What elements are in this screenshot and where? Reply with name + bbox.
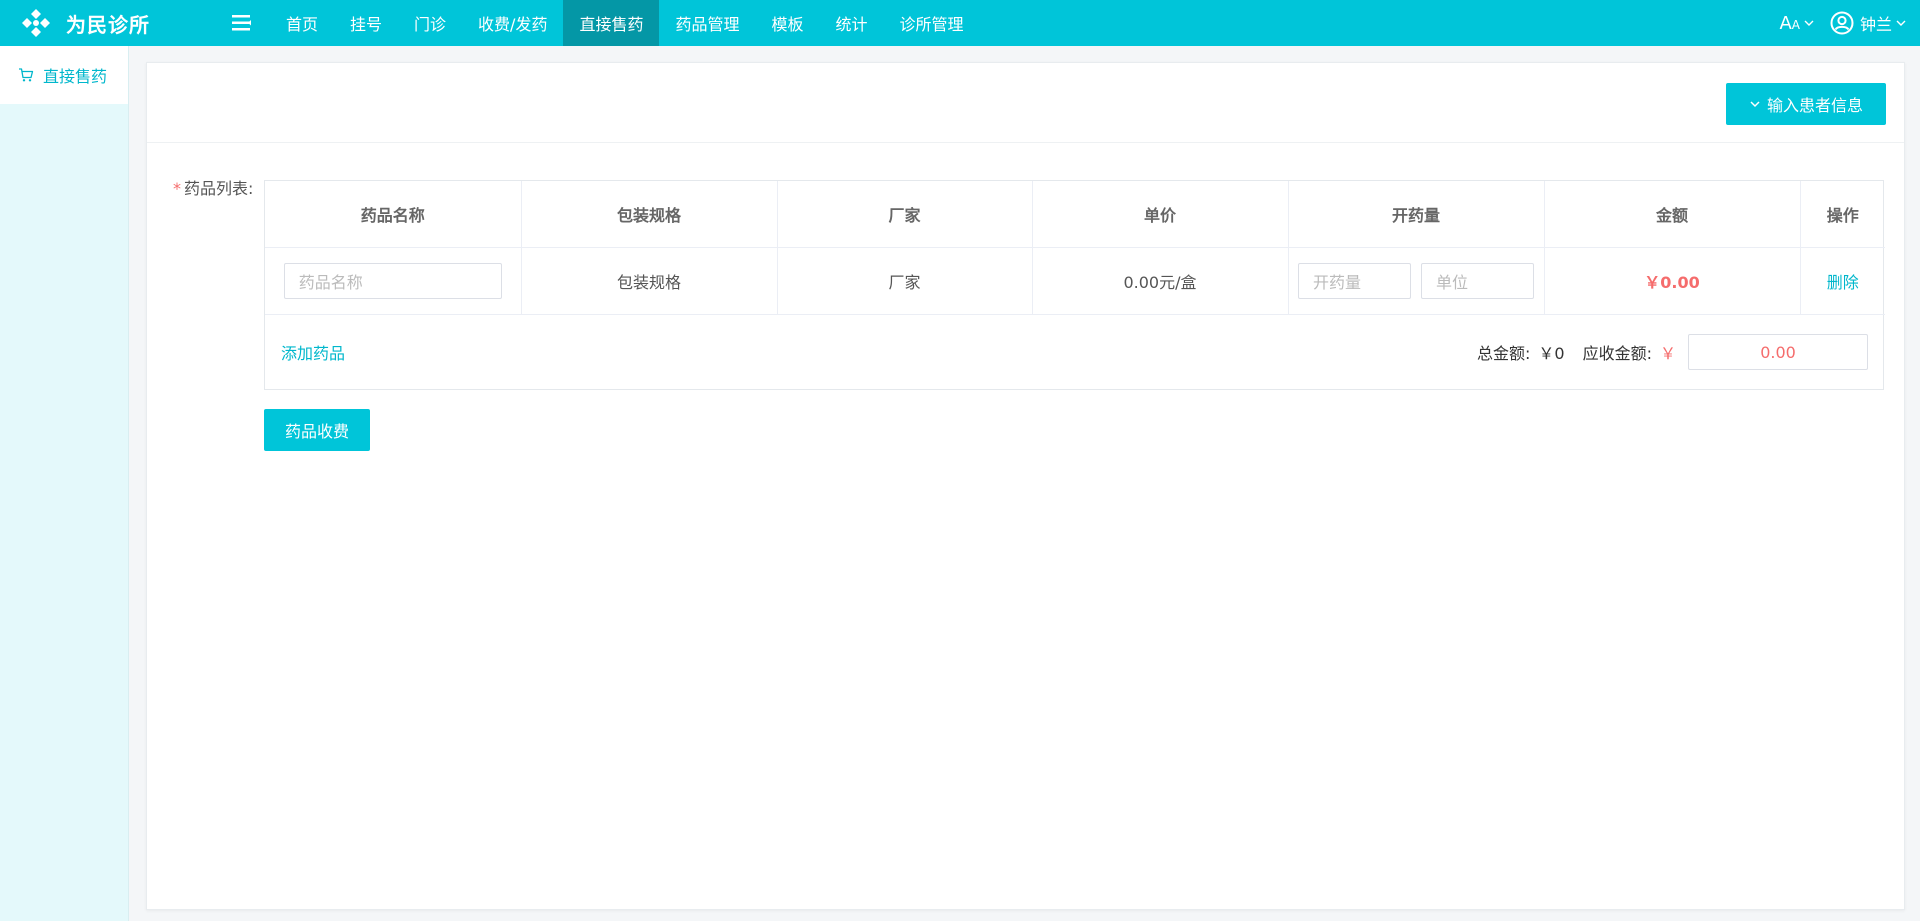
- top-right-tools: AA 钟兰: [1779, 0, 1906, 46]
- unit-price-cell: 0.00元/盒: [1032, 247, 1289, 315]
- receivable-amount-input[interactable]: 0.00: [1688, 334, 1868, 370]
- enter-patient-info-button[interactable]: 输入患者信息: [1726, 83, 1886, 125]
- quantity-input[interactable]: 开药量: [1298, 262, 1411, 299]
- add-drug-link[interactable]: 添加药品: [281, 340, 345, 364]
- font-size-switch[interactable]: AA: [1779, 13, 1814, 34]
- receivable-amount-label: 应收金额:: [1582, 344, 1652, 363]
- top-bar: 为民诊所 首页 挂号 门诊 收费/发药 直接售药 药品管理 模板 统计 诊所管理…: [0, 0, 1920, 46]
- cart-icon: [19, 68, 34, 82]
- table-footer: 添加药品 总金额: ￥0 应收金额: ￥ 0.00: [265, 315, 1883, 389]
- column-header-unit-price: 单价: [1032, 181, 1289, 248]
- enter-patient-info-label: 输入患者信息: [1766, 96, 1863, 115]
- nav-item-statistics[interactable]: 统计: [820, 0, 884, 46]
- drug-charge-button[interactable]: 药品收费: [264, 409, 370, 451]
- package-spec-cell: 包装规格: [521, 247, 778, 315]
- nav-item-clinic-management[interactable]: 诊所管理: [884, 0, 980, 46]
- column-header-quantity: 开药量: [1288, 181, 1545, 248]
- column-header-package-spec: 包装规格: [521, 181, 778, 248]
- drug-table-container: 药品名称 包装规格 厂家 单价 开药量 金额 操作 药品名称 包装规格 厂家 0…: [264, 180, 1885, 390]
- nav-item-direct-sale[interactable]: 直接售药: [563, 0, 660, 46]
- menu-icon: [232, 15, 251, 31]
- nav-item-drug-management[interactable]: 药品管理: [659, 0, 755, 46]
- nav-item-charge-dispense[interactable]: 收费/发药: [462, 0, 563, 46]
- nav-item-outpatient[interactable]: 门诊: [398, 0, 462, 46]
- user-menu[interactable]: 钟兰: [1830, 11, 1906, 35]
- menu-toggle-button[interactable]: [224, 0, 260, 46]
- sidebar-item-label: 直接售药: [43, 67, 108, 86]
- column-header-manufacturer: 厂家: [777, 181, 1033, 248]
- panel-header: 输入患者信息: [147, 63, 1904, 143]
- currency-symbol: ￥: [1659, 344, 1676, 363]
- table-row: 药品名称 包装规格 厂家 0.00元/盒 开药量 单位 ￥0.00 删除: [265, 247, 1885, 315]
- column-header-amount: 金额: [1544, 181, 1801, 248]
- sidebar: 直接售药: [0, 46, 129, 921]
- nav-item-home[interactable]: 首页: [270, 0, 334, 46]
- font-size-icon: AA: [1779, 13, 1800, 34]
- nav-item-registration[interactable]: 挂号: [334, 0, 398, 46]
- main-panel: 输入患者信息 *药品列表: 药品名称 包装规格 厂家 单价 开药量 金额 操作: [146, 62, 1905, 910]
- drug-name-input[interactable]: 药品名称: [283, 262, 502, 299]
- drug-table: 药品名称 包装规格 厂家 单价 开药量 金额 操作 药品名称 包装规格 厂家 0…: [265, 181, 1885, 315]
- table-header-row: 药品名称 包装规格 厂家 单价 开药量 金额 操作: [265, 181, 1885, 248]
- manufacturer-cell: 厂家: [777, 247, 1033, 315]
- drug-list-label: * 药品列表:: [173, 175, 253, 199]
- column-header-action: 操作: [1800, 181, 1885, 248]
- drug-list-label-text: 药品列表:: [184, 179, 254, 198]
- required-mark: *: [173, 179, 181, 198]
- action-cell: 删除: [1800, 247, 1885, 315]
- sidebar-item-direct-sale[interactable]: 直接售药: [0, 46, 128, 104]
- chevron-down-icon: [1804, 20, 1814, 26]
- amount-cell: ￥0.00: [1544, 247, 1801, 315]
- font-size-label: A: [1779, 12, 1792, 34]
- total-amount-value: ￥0: [1538, 344, 1565, 363]
- font-size-label-small: A: [1791, 17, 1800, 32]
- drug-name-cell: 药品名称: [265, 247, 522, 315]
- column-header-drug-name: 药品名称: [265, 181, 522, 248]
- quantity-cell: 开药量 单位: [1288, 247, 1545, 315]
- nav-item-templates[interactable]: 模板: [755, 0, 819, 46]
- user-avatar-icon: [1830, 11, 1854, 35]
- totals: 总金额: ￥0 应收金额: ￥ 0.00: [1477, 334, 1868, 370]
- quantity-inputs: 开药量 单位: [1289, 262, 1544, 299]
- chevron-down-icon: [1750, 101, 1760, 108]
- unit-select[interactable]: 单位: [1421, 262, 1534, 299]
- delete-row-link[interactable]: 删除: [1827, 273, 1859, 292]
- logo[interactable]: 为民诊所: [0, 0, 220, 46]
- app-title: 为民诊所: [66, 12, 150, 37]
- chevron-down-icon: [1896, 20, 1906, 26]
- user-name: 钟兰: [1859, 15, 1892, 34]
- main-nav: 首页 挂号 门诊 收费/发药 直接售药 药品管理 模板 统计 诊所管理: [270, 0, 980, 46]
- total-amount-label: 总金额:: [1476, 344, 1531, 363]
- clinic-logo-icon: [22, 9, 50, 37]
